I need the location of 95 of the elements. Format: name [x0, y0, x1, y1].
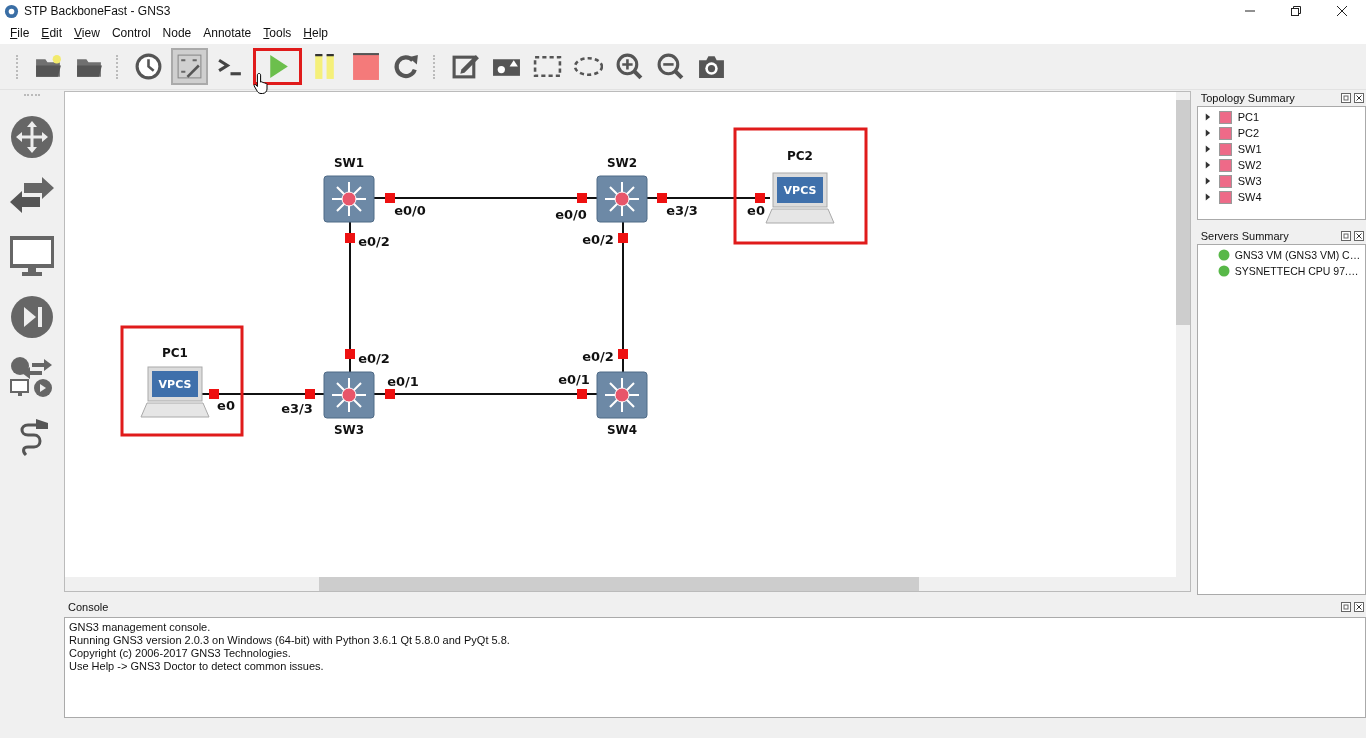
clock-icon [134, 52, 163, 81]
node-status-icon [1218, 110, 1232, 124]
menu-item[interactable]: Tools [257, 26, 298, 40]
port-marker [344, 349, 355, 359]
node-label: SW2 [606, 155, 637, 170]
port-label: e0/0 [393, 202, 426, 218]
close-icon[interactable] [1354, 602, 1364, 612]
port-label: e0/0 [554, 206, 587, 222]
float-icon[interactable] [1341, 93, 1351, 103]
port-label: e0/2 [581, 348, 614, 364]
expand-arrow-icon[interactable] [1203, 161, 1211, 169]
port-label: e0 [746, 202, 765, 218]
reload-icon [392, 52, 421, 81]
expand-arrow-icon[interactable] [1203, 129, 1211, 137]
app-logo-icon [4, 3, 19, 19]
server-item[interactable]: SYSNETTECH CPU 97.… [1234, 265, 1359, 277]
skip-circle-icon[interactable] [9, 295, 54, 339]
port-label: e0 [216, 397, 235, 413]
node-label: SW3 [333, 422, 364, 437]
switch-icon[interactable] [596, 175, 648, 223]
play-button[interactable] [253, 48, 302, 85]
zoom-in-icon [615, 52, 644, 81]
port-label: e3/3 [280, 400, 313, 416]
panel-title: Console [68, 601, 109, 613]
port-marker [617, 233, 628, 243]
console-output: GNS3 management console. Running GNS3 version 2.0.3 on Windows (64-bit) with Python 3.6.1 Qt 5.8.0 and PyQt 5.8. Copyright (c) 2006-2017 GNS3 Technologies. Use Help -> GNS3 Doctor to detect common issues. [64, 617, 1366, 718]
panel-title: Servers Summary [1200, 230, 1289, 242]
port-label: e0/2 [357, 233, 390, 249]
note-edit-icon [451, 52, 480, 81]
restore-icon[interactable] [1290, 5, 1302, 17]
port-label: e0/2 [357, 350, 390, 366]
expand-arrow-icon[interactable] [1203, 193, 1211, 201]
port-marker [617, 349, 628, 359]
node-label: PC1 [161, 345, 188, 360]
screen-label: VPCS [783, 184, 817, 197]
node-status-icon [1218, 174, 1232, 188]
menu-item[interactable]: Control [105, 26, 157, 40]
window-title: STP BackboneFast - GNS3 [24, 4, 171, 18]
zoom-out-icon [656, 52, 685, 81]
node-status-icon [1218, 158, 1232, 172]
menu-item[interactable]: Edit [35, 26, 69, 40]
port-marker [344, 233, 355, 243]
node-status-icon [1218, 126, 1232, 140]
node-label: PC2 [786, 148, 813, 163]
switch-icon[interactable] [323, 371, 375, 419]
menu-item[interactable]: Help [297, 26, 334, 40]
port-marker [576, 389, 587, 399]
computer-icon[interactable] [140, 366, 210, 418]
monitor-icon[interactable] [9, 235, 54, 279]
switch-icon[interactable] [323, 175, 375, 223]
menu-item[interactable]: Annotate [197, 26, 258, 40]
topology-item[interactable]: SW4 [1237, 191, 1262, 203]
expand-arrow-icon[interactable] [1203, 145, 1211, 153]
node-label: SW4 [606, 422, 637, 437]
port-marker [208, 389, 219, 399]
topology-canvas[interactable]: SW1 SW2 SW3 SW4 PC1 VPCS PC2 VPCS e0/0 e0/0 e3/3 e0 e0/2 e0/2 e0/2 e0/2 e0/1 e0/1 e0 e3/3 [63, 91, 1191, 592]
topology-item[interactable]: SW1 [1237, 143, 1262, 155]
menu-item[interactable]: View [68, 26, 106, 40]
menu-item[interactable]: File [4, 26, 36, 40]
panel-title: Topology Summary [1200, 92, 1295, 104]
port-label: e0/2 [581, 231, 614, 247]
port-label: e3/3 [665, 202, 698, 218]
topology-item[interactable]: PC2 [1237, 127, 1260, 139]
screen-label: VPCS [158, 378, 192, 391]
label-wand-button[interactable] [171, 48, 208, 85]
topology-item[interactable]: SW3 [1237, 175, 1262, 187]
switch-icon[interactable] [596, 371, 648, 419]
expand-arrow-icon[interactable] [1203, 113, 1211, 121]
stop-icon [351, 52, 380, 81]
port-marker [754, 193, 765, 203]
port-marker [656, 193, 667, 203]
computer-icon[interactable] [765, 172, 835, 224]
float-icon[interactable] [1341, 231, 1351, 241]
port-marker [576, 193, 587, 203]
close-icon[interactable] [1354, 93, 1364, 103]
float-icon[interactable] [1341, 602, 1351, 612]
menu-item[interactable]: Node [156, 26, 198, 40]
close-icon[interactable] [1354, 231, 1364, 241]
port-marker [384, 389, 395, 399]
port-label: e0/1 [557, 371, 590, 387]
port-marker [384, 193, 395, 203]
topology-item[interactable]: PC1 [1237, 111, 1260, 123]
expand-arrow-icon[interactable] [1203, 177, 1211, 185]
server-item[interactable]: GNS3 VM (GNS3 VM) C… [1234, 249, 1361, 261]
device-group-icon[interactable] [9, 355, 54, 399]
port-marker [304, 389, 315, 399]
hand-cursor-icon [253, 72, 271, 94]
router-arrows-icon[interactable] [9, 115, 54, 159]
topology-item[interactable]: SW2 [1237, 159, 1262, 171]
node-label: SW1 [333, 155, 364, 170]
label-wand-icon [175, 52, 204, 81]
node-status-icon [1218, 142, 1232, 156]
node-status-icon [1218, 190, 1232, 204]
close-icon[interactable] [1336, 5, 1348, 17]
port-label: e0/1 [386, 373, 419, 389]
